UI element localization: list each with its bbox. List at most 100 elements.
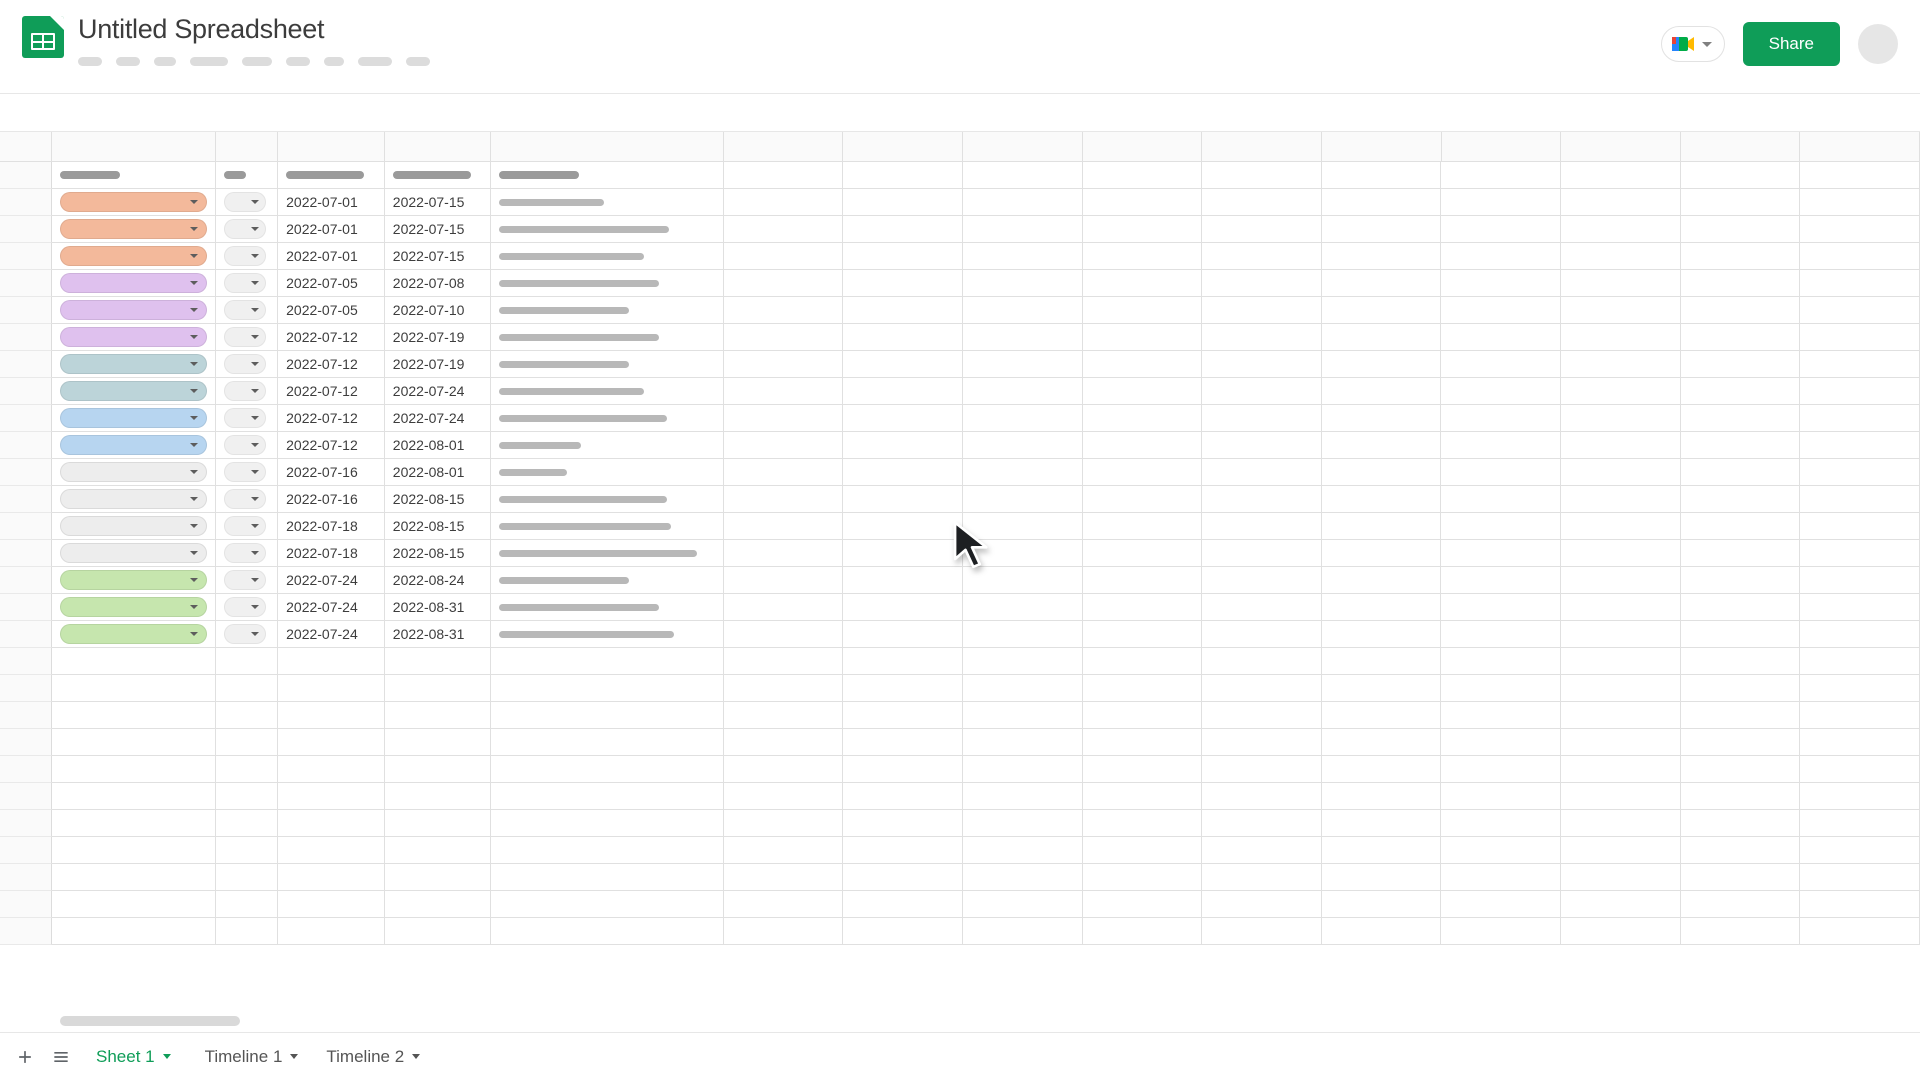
cell[interactable] [491,324,723,351]
cell[interactable] [1441,216,1561,243]
category-dropdown[interactable] [60,192,207,212]
cell[interactable] [843,918,963,945]
all-sheets-button[interactable] [46,1042,76,1072]
category-dropdown[interactable] [60,462,207,482]
cell[interactable]: 2022-07-18 [278,513,385,540]
status-dropdown[interactable] [224,300,266,320]
cell[interactable] [52,675,216,702]
cell[interactable] [216,243,278,270]
status-dropdown[interactable] [224,435,266,455]
cell[interactable] [1202,189,1322,216]
cell[interactable] [724,567,844,594]
cell[interactable] [843,810,963,837]
cell[interactable] [1681,621,1801,648]
sheet-tab-active[interactable]: Sheet 1 [82,1037,185,1077]
cell[interactable]: 2022-07-16 [278,486,385,513]
cell[interactable] [963,729,1083,756]
cell[interactable] [724,405,844,432]
cell[interactable] [963,648,1083,675]
cell[interactable] [1202,756,1322,783]
cell[interactable] [278,837,385,864]
cell[interactable]: 2022-07-12 [278,405,385,432]
cell[interactable] [1322,459,1442,486]
add-sheet-button[interactable] [10,1042,40,1072]
cell[interactable] [1202,324,1322,351]
cell[interactable] [1561,621,1681,648]
cell[interactable] [1202,351,1322,378]
cell[interactable] [1202,432,1322,459]
row-header[interactable] [0,324,52,351]
cell[interactable] [963,675,1083,702]
horizontal-scrollbar[interactable] [60,1016,240,1026]
cell[interactable] [491,540,723,567]
cell[interactable] [52,594,216,621]
cell[interactable] [278,918,385,945]
category-dropdown[interactable] [60,435,207,455]
cell[interactable] [52,702,216,729]
status-dropdown[interactable] [224,273,266,293]
cell[interactable] [1681,459,1801,486]
status-dropdown[interactable] [224,624,266,644]
menu-item[interactable] [154,57,176,66]
cell[interactable] [1202,729,1322,756]
share-button[interactable]: Share [1743,22,1840,66]
category-dropdown[interactable] [60,219,207,239]
cell[interactable]: 2022-07-15 [385,243,492,270]
cell[interactable] [491,837,723,864]
category-dropdown[interactable] [60,516,207,536]
cell[interactable] [385,675,492,702]
row-header[interactable] [0,918,52,945]
column-header[interactable] [1083,132,1203,161]
cell[interactable] [1561,270,1681,297]
row-header[interactable] [0,513,52,540]
menu-item[interactable] [242,57,272,66]
cell[interactable]: 2022-08-24 [385,567,492,594]
column-header[interactable] [1322,132,1442,161]
cell[interactable] [724,702,844,729]
cell[interactable] [724,216,844,243]
cell[interactable] [1561,594,1681,621]
row-header[interactable] [0,243,52,270]
column-header[interactable] [843,132,963,161]
row-header[interactable] [0,270,52,297]
cell[interactable] [1202,270,1322,297]
cell[interactable] [216,648,278,675]
cell[interactable] [843,756,963,783]
cell[interactable] [52,648,216,675]
cell[interactable] [724,891,844,918]
cell[interactable] [843,540,963,567]
cell[interactable] [1202,405,1322,432]
cell[interactable] [491,729,723,756]
status-dropdown[interactable] [224,597,266,617]
cell[interactable] [1561,675,1681,702]
cell[interactable] [385,729,492,756]
cell[interactable] [1322,324,1442,351]
cell[interactable] [724,486,844,513]
cell[interactable]: 2022-07-12 [278,324,385,351]
cell[interactable] [1202,810,1322,837]
row-header[interactable] [0,162,52,189]
cell[interactable] [385,918,492,945]
cell[interactable] [1681,432,1801,459]
cell[interactable] [1083,486,1203,513]
cell[interactable] [963,297,1083,324]
menu-item[interactable] [116,57,140,66]
column-header[interactable] [963,132,1083,161]
cell[interactable] [1322,783,1442,810]
row-header[interactable] [0,189,52,216]
cell[interactable] [278,783,385,810]
cell[interactable] [1322,351,1442,378]
cell[interactable] [1800,270,1920,297]
cell[interactable] [1800,648,1920,675]
cell[interactable] [52,864,216,891]
cell[interactable] [843,891,963,918]
status-dropdown[interactable] [224,516,266,536]
row-header[interactable] [0,783,52,810]
category-dropdown[interactable] [60,273,207,293]
cell[interactable] [1441,540,1561,567]
cell[interactable] [1441,918,1561,945]
cell[interactable] [1681,675,1801,702]
cell[interactable] [1800,378,1920,405]
cell[interactable] [1800,405,1920,432]
cell[interactable] [843,216,963,243]
